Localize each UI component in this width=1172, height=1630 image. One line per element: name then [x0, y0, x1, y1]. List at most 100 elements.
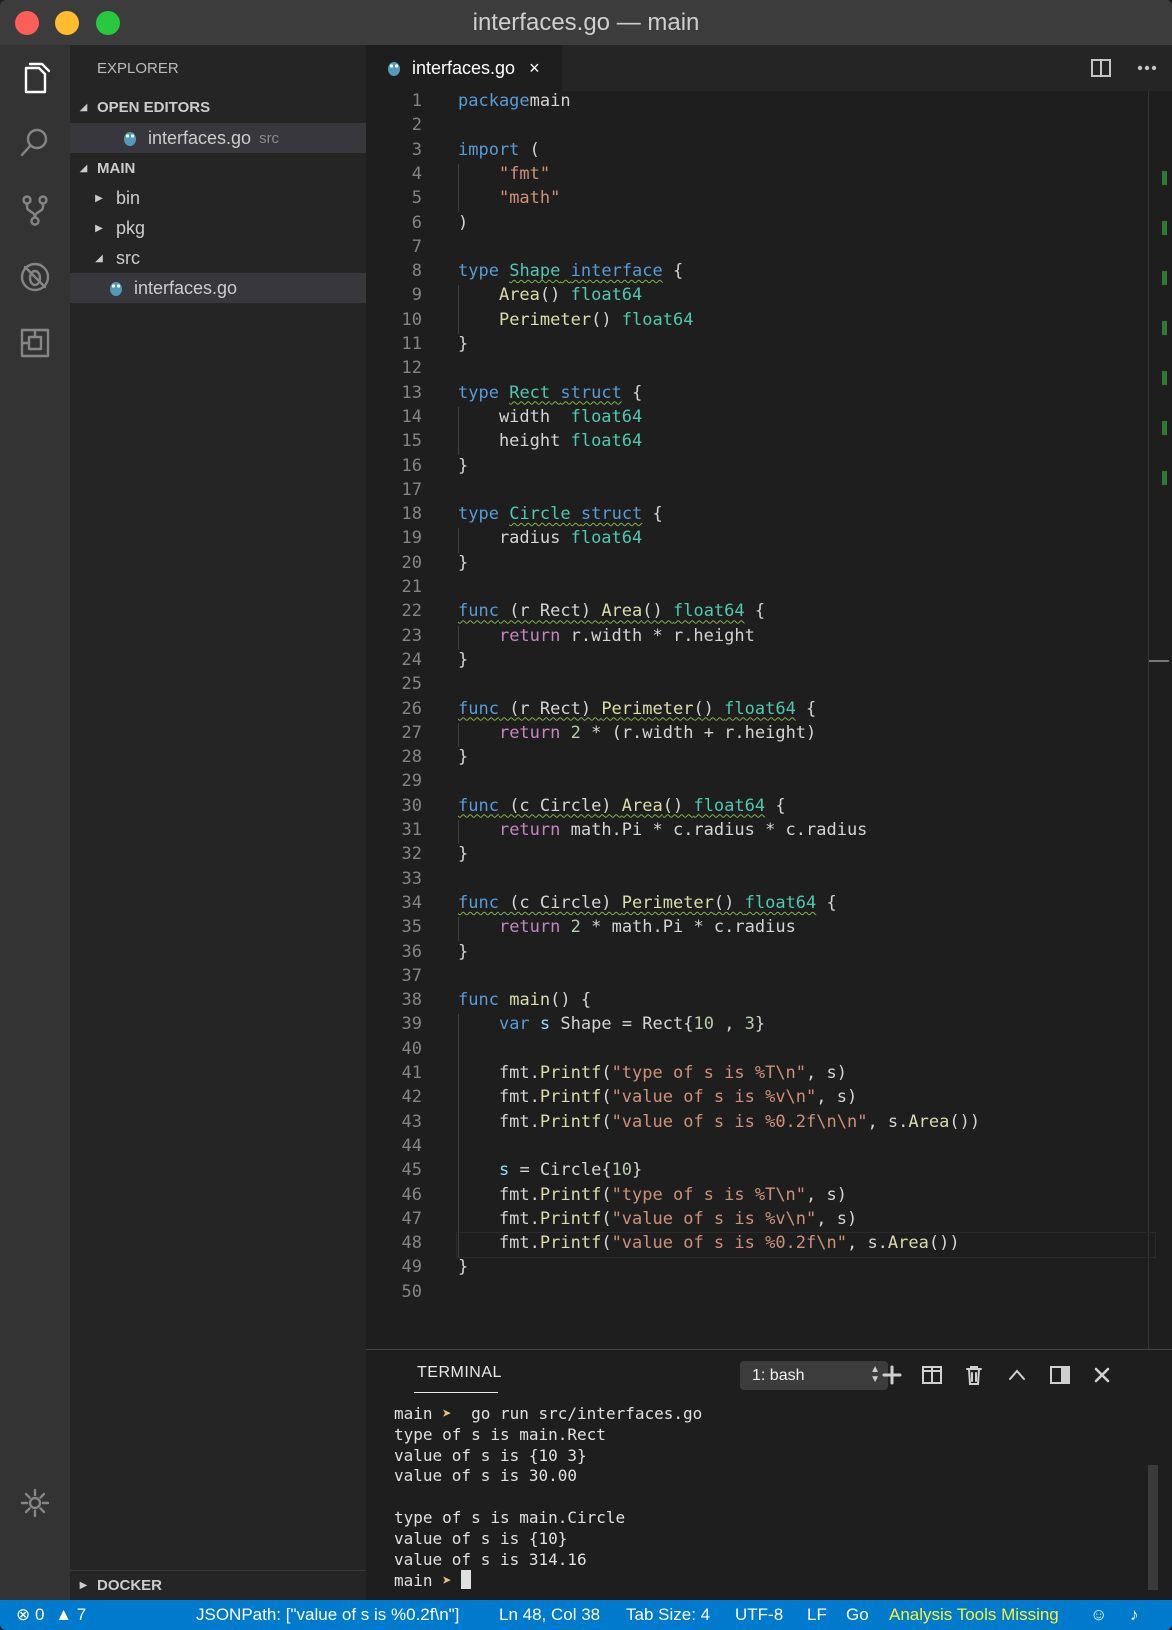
code-line[interactable]: 24}: [366, 650, 1156, 675]
code-line[interactable]: 36}: [366, 942, 1156, 967]
code-line[interactable]: 47 fmt.Printf("value of s is %v\n", s): [366, 1209, 1156, 1234]
tree-item-src[interactable]: ◢ src: [70, 243, 366, 273]
maximize-panel-icon[interactable]: [1006, 1364, 1028, 1386]
code-line[interactable]: 31 return math.Pi * c.radius * c.radius: [366, 820, 1156, 845]
split-terminal-icon[interactable]: [921, 1364, 943, 1386]
code-token: 2: [570, 722, 581, 743]
code-line[interactable]: 12: [366, 358, 1156, 383]
search-icon[interactable]: [15, 123, 55, 163]
minimize-window-button[interactable]: [55, 11, 79, 35]
code-line[interactable]: 33: [366, 869, 1156, 894]
code-text: func main() {: [458, 990, 591, 1010]
code-line[interactable]: 2: [366, 115, 1156, 140]
open-editors-section[interactable]: ◢ OPEN EDITORS: [70, 92, 366, 122]
terminal-shell-select[interactable]: 1: bash ▲ ▼: [740, 1361, 888, 1390]
code-line[interactable]: 8 type Shape interface {: [366, 261, 1156, 286]
code-line[interactable]: 3 import (: [366, 140, 1156, 165]
terminal-tab[interactable]: TERMINAL: [417, 1364, 502, 1382]
code-line[interactable]: 20}: [366, 553, 1156, 578]
kill-terminal-icon[interactable]: [963, 1364, 985, 1386]
code-line[interactable]: 1 packagemain: [366, 91, 1156, 116]
close-panel-icon[interactable]: [1091, 1364, 1113, 1386]
feedback-smiley-icon[interactable]: ☺: [1090, 1605, 1107, 1625]
tab-interfaces-go[interactable]: interfaces.go ×: [366, 45, 562, 91]
source-control-icon[interactable]: [15, 190, 55, 230]
code-line[interactable]: 11}: [366, 334, 1156, 359]
code-token: func: [458, 698, 499, 719]
settings-gear-icon[interactable]: [15, 1483, 55, 1523]
code-line[interactable]: 37: [366, 966, 1156, 991]
code-line[interactable]: 29: [366, 771, 1156, 796]
problems-indicator[interactable]: ⊗ 0 ▲ 7: [16, 1605, 86, 1625]
code-line[interactable]: 49}: [366, 1257, 1156, 1282]
close-window-button[interactable]: [15, 11, 39, 35]
code-line[interactable]: 17: [366, 480, 1156, 505]
notifications-bell-icon[interactable]: ♪: [1130, 1605, 1139, 1625]
end-of-line[interactable]: LF: [807, 1605, 827, 1625]
overview-ruler-mark: [1162, 471, 1167, 485]
tree-item-bin[interactable]: ▶ bin: [70, 183, 366, 213]
code-line[interactable]: 7: [366, 237, 1156, 262]
debug-icon[interactable]: [15, 257, 55, 297]
terminal-scrollbar[interactable]: [1148, 1465, 1158, 1590]
terminal-panel[interactable]: TERMINAL 1: bash ▲ ▼ main ➤ go run src/in…: [366, 1349, 1172, 1600]
code-line[interactable]: 25: [366, 674, 1156, 699]
code-line[interactable]: 48 fmt.Printf("value of s is %0.2f\n", s…: [366, 1233, 1156, 1258]
code-line[interactable]: 18 type Circle struct {: [366, 504, 1156, 529]
code-line[interactable]: 13 type Rect struct {: [366, 383, 1156, 408]
code-line[interactable]: 42 fmt.Printf("value of s is %v\n", s): [366, 1087, 1156, 1112]
code-line[interactable]: 26 func (r Rect) Perimeter() float64 {: [366, 699, 1156, 724]
code-line[interactable]: 28}: [366, 747, 1156, 772]
cursor-position[interactable]: Ln 48, Col 38: [499, 1605, 600, 1625]
code-line[interactable]: 4 "fmt": [366, 164, 1156, 189]
code-token: r.width * r.height: [560, 625, 755, 646]
language-mode[interactable]: Go: [846, 1605, 869, 1625]
tree-item-label: bin: [116, 187, 141, 208]
code-line[interactable]: 39 var s Shape = Rect{10 , 3}: [366, 1014, 1156, 1039]
code-line[interactable]: 15 height float64: [366, 431, 1156, 456]
code-line[interactable]: 38 func main() {: [366, 990, 1156, 1015]
more-actions-icon[interactable]: [1136, 57, 1160, 81]
code-line[interactable]: 19 radius float64: [366, 528, 1156, 553]
main-folder-section[interactable]: ◢ MAIN: [70, 153, 366, 183]
tab-size[interactable]: Tab Size: 4: [626, 1605, 710, 1625]
split-editor-icon[interactable]: [1090, 57, 1114, 81]
code-line[interactable]: 43 fmt.Printf("value of s is %0.2f\n\n",…: [366, 1112, 1156, 1137]
analysis-tools-warning[interactable]: Analysis Tools Missing: [889, 1605, 1059, 1625]
maximize-window-button[interactable]: [96, 11, 120, 35]
tab-close-icon[interactable]: ×: [529, 58, 540, 79]
code-token: Printf: [539, 1184, 602, 1205]
code-line[interactable]: 16}: [366, 456, 1156, 481]
extensions-icon[interactable]: [15, 323, 55, 363]
code-line[interactable]: 21: [366, 577, 1156, 602]
jsonpath-item[interactable]: JSONPath: ["value of s is %0.2f\n"]: [196, 1605, 459, 1625]
toggle-panel-position-icon[interactable]: [1049, 1364, 1071, 1386]
tree-item-pkg[interactable]: ▶ pkg: [70, 213, 366, 243]
code-line[interactable]: 23 return r.width * r.height: [366, 626, 1156, 651]
code-editor[interactable]: 1 packagemain 2 3 import (4 "fmt" 5 "math" 6) 7…: [366, 91, 1172, 1349]
code-line[interactable]: 27 return 2 * (r.width + r.height): [366, 723, 1156, 748]
code-line[interactable]: 34 func (c Circle) Perimeter() float64 {: [366, 893, 1156, 918]
code-line[interactable]: 6): [366, 213, 1156, 238]
code-line[interactable]: 10 Perimeter() float64: [366, 310, 1156, 335]
code-line[interactable]: 50: [366, 1282, 1156, 1307]
code-line[interactable]: 46 fmt.Printf("type of s is %T\n", s): [366, 1185, 1156, 1210]
code-line[interactable]: 9 Area() float64: [366, 285, 1156, 310]
open-editor-item[interactable]: interfaces.go src: [70, 123, 366, 153]
new-terminal-icon[interactable]: [881, 1364, 903, 1386]
code-line[interactable]: 22 func (r Rect) Area() float64 {: [366, 601, 1156, 626]
code-line[interactable]: 35 return 2 * math.Pi * c.radius: [366, 917, 1156, 942]
code-line[interactable]: 41 fmt.Printf("type of s is %T\n", s): [366, 1063, 1156, 1088]
code-text: fmt.Printf("type of s is %T\n", s): [458, 1063, 847, 1083]
encoding[interactable]: UTF-8: [735, 1605, 783, 1625]
explorer-icon[interactable]: [15, 58, 55, 98]
code-line[interactable]: 30 func (c Circle) Area() float64 {: [366, 796, 1156, 821]
code-line[interactable]: 45 s = Circle{10}: [366, 1160, 1156, 1185]
code-line[interactable]: 32}: [366, 844, 1156, 869]
code-line[interactable]: 44: [366, 1136, 1156, 1161]
code-line[interactable]: 5 "math": [366, 188, 1156, 213]
code-line[interactable]: 14 width float64: [366, 407, 1156, 432]
tree-item-interfaces-go[interactable]: interfaces.go: [70, 273, 366, 303]
docker-section[interactable]: ▶ DOCKER: [70, 1570, 366, 1600]
code-line[interactable]: 40: [366, 1039, 1156, 1064]
